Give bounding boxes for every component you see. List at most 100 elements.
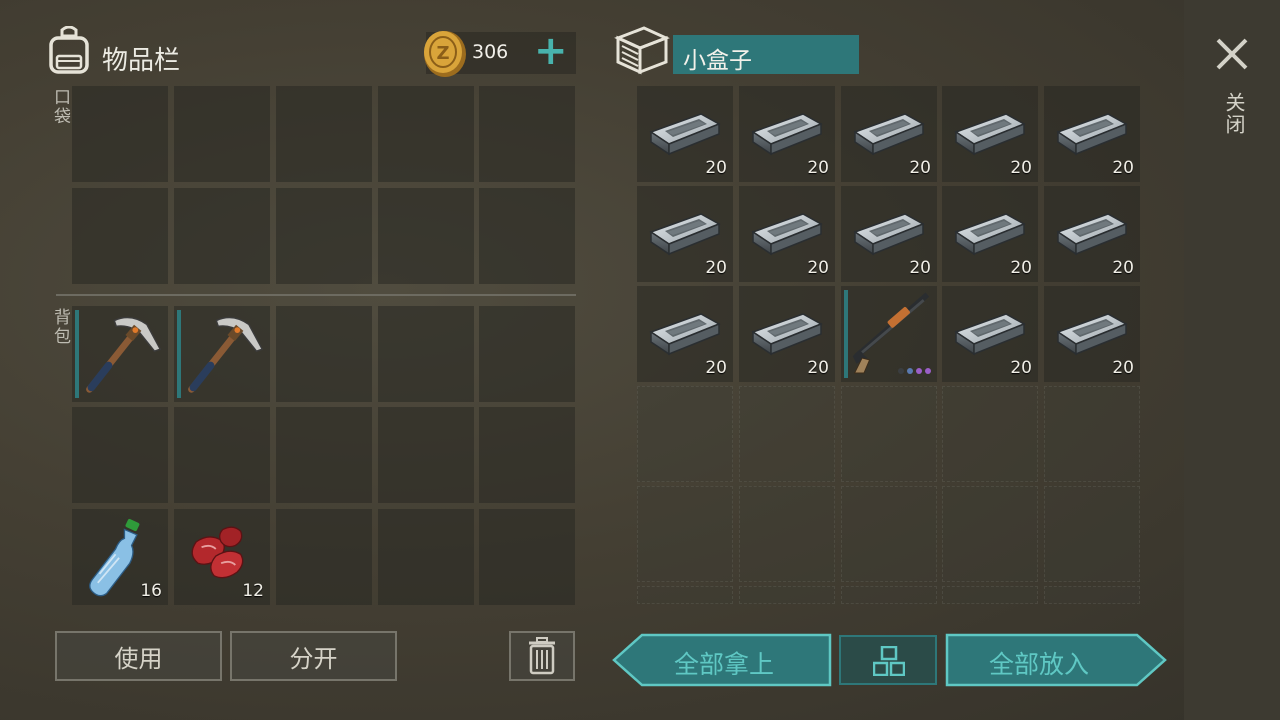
durability-bar — [844, 290, 848, 378]
container-title-field[interactable]: 小盒子 — [673, 35, 859, 74]
item-count: 20 — [705, 158, 727, 178]
container-slot-empty[interactable] — [942, 486, 1038, 582]
close-button[interactable]: 关闭 — [1212, 34, 1252, 154]
inventory-slot-empty[interactable] — [378, 188, 474, 284]
container-slot-empty[interactable] — [637, 586, 733, 604]
inventory-slot-empty[interactable] — [479, 86, 575, 182]
item-count: 20 — [909, 158, 931, 178]
item-count: 20 — [807, 258, 829, 278]
container-slot-iron-ingot[interactable]: 20 — [637, 186, 733, 282]
iron-ingot-icon — [645, 202, 725, 262]
inventory-slot-empty[interactable] — [276, 306, 372, 402]
item-count: 20 — [1010, 158, 1032, 178]
item-count: 20 — [1112, 358, 1134, 378]
iron-ingot-icon — [950, 102, 1030, 162]
container-slot-iron-ingot[interactable]: 20 — [637, 86, 733, 182]
inventory-slot-empty[interactable] — [479, 188, 575, 284]
side-panel: 关闭 — [1184, 0, 1280, 720]
inventory-slot-empty[interactable] — [72, 407, 168, 503]
iron-ingot-icon — [1052, 202, 1132, 262]
container-slot-empty[interactable] — [841, 386, 937, 482]
iron-ingot-icon — [950, 302, 1030, 362]
container-slot-empty[interactable] — [841, 486, 937, 582]
container-slot-iron-ingot[interactable]: 20 — [942, 86, 1038, 182]
iron-ingot-icon — [1052, 102, 1132, 162]
delete-button[interactable] — [509, 631, 575, 681]
item-count: 20 — [705, 358, 727, 378]
inventory-slot-empty[interactable] — [174, 86, 270, 182]
container-slot-iron-ingot[interactable]: 20 — [1044, 286, 1140, 382]
inventory-slot-pickaxe[interactable] — [174, 306, 270, 402]
item-count: 20 — [1112, 158, 1134, 178]
inventory-slot-empty[interactable] — [378, 86, 474, 182]
container-slot-iron-ingot[interactable]: 20 — [841, 186, 937, 282]
item-count: 20 — [807, 158, 829, 178]
inventory-title: 物品栏 — [102, 46, 181, 76]
inventory-slot-empty[interactable] — [378, 407, 474, 503]
inventory-slot-empty[interactable] — [174, 407, 270, 503]
container-slot-shotgun[interactable] — [841, 286, 937, 382]
container-slot-empty[interactable] — [637, 486, 733, 582]
pocket-label: 口袋 — [50, 88, 70, 126]
iron-ingot-icon — [950, 202, 1030, 262]
container-title: 小盒子 — [683, 48, 752, 74]
inventory-slot-empty[interactable] — [72, 188, 168, 284]
box-icon — [614, 24, 670, 76]
container-slot-empty[interactable] — [942, 386, 1038, 482]
container-slot-empty[interactable] — [1044, 386, 1140, 482]
inventory-slot-pickaxe[interactable] — [72, 306, 168, 402]
inventory-slot-empty[interactable] — [479, 306, 575, 402]
item-count: 16 — [140, 581, 162, 601]
iron-ingot-icon — [645, 302, 725, 362]
container-slot-iron-ingot[interactable]: 20 — [637, 286, 733, 382]
iron-ingot-icon — [849, 202, 929, 262]
container-slot-iron-ingot[interactable]: 20 — [1044, 86, 1140, 182]
container-slot-iron-ingot[interactable]: 20 — [841, 86, 937, 182]
container-slot-empty[interactable] — [739, 486, 835, 582]
container-slot-empty[interactable] — [637, 386, 733, 482]
container-slot-empty[interactable] — [739, 586, 835, 604]
container-slot-iron-ingot[interactable]: 20 — [739, 286, 835, 382]
backpack-label: 背包 — [50, 308, 70, 346]
container-slot-empty[interactable] — [841, 586, 937, 604]
split-label: 分开 — [289, 644, 338, 673]
split-button[interactable]: 分开 — [230, 631, 397, 681]
close-icon — [1216, 38, 1248, 70]
take-all-button[interactable]: 全部拿上 — [612, 633, 832, 687]
inventory-slot-empty[interactable] — [479, 407, 575, 503]
item-count: 20 — [1010, 258, 1032, 278]
inventory-slot-empty[interactable] — [174, 188, 270, 284]
item-count: 20 — [807, 358, 829, 378]
iron-ingot-icon — [747, 302, 827, 362]
inventory-slot-empty[interactable] — [276, 86, 372, 182]
container-slot-iron-ingot[interactable]: 20 — [942, 286, 1038, 382]
inventory-slot-water-bottle[interactable]: 16 — [72, 509, 168, 605]
inventory-slot-empty[interactable] — [276, 188, 372, 284]
inventory-slot-empty[interactable] — [72, 86, 168, 182]
container-slot-empty[interactable] — [1044, 586, 1140, 604]
use-button[interactable]: 使用 — [55, 631, 222, 681]
container-slot-iron-ingot[interactable]: 20 — [739, 86, 835, 182]
backpack-icon — [46, 25, 92, 74]
container-slot-iron-ingot[interactable]: 20 — [1044, 186, 1140, 282]
container-slot-empty[interactable] — [1044, 486, 1140, 582]
inventory-slot-empty[interactable] — [378, 509, 474, 605]
container-slot-iron-ingot[interactable]: 20 — [942, 186, 1038, 282]
inventory-slot-raw-meat[interactable]: 12 — [174, 509, 270, 605]
container-slot-empty[interactable] — [739, 386, 835, 482]
put-all-button[interactable]: 全部放入 — [945, 633, 1167, 687]
inventory-slot-empty[interactable] — [276, 407, 372, 503]
inventory-slot-empty[interactable] — [276, 509, 372, 605]
iron-ingot-icon — [747, 202, 827, 262]
pickaxe-icon — [78, 310, 164, 398]
sort-button[interactable] — [839, 635, 937, 685]
sort-grid-icon — [873, 646, 905, 676]
iron-ingot-icon — [747, 102, 827, 162]
inventory-slot-empty[interactable] — [378, 306, 474, 402]
container-slot-empty[interactable] — [942, 586, 1038, 604]
coin-display: Z 306 + — [424, 28, 576, 77]
container-slot-iron-ingot[interactable]: 20 — [739, 186, 835, 282]
add-coins-button[interactable]: + — [534, 28, 568, 74]
inventory-slot-empty[interactable] — [479, 509, 575, 605]
shotgun-icon — [849, 288, 933, 374]
